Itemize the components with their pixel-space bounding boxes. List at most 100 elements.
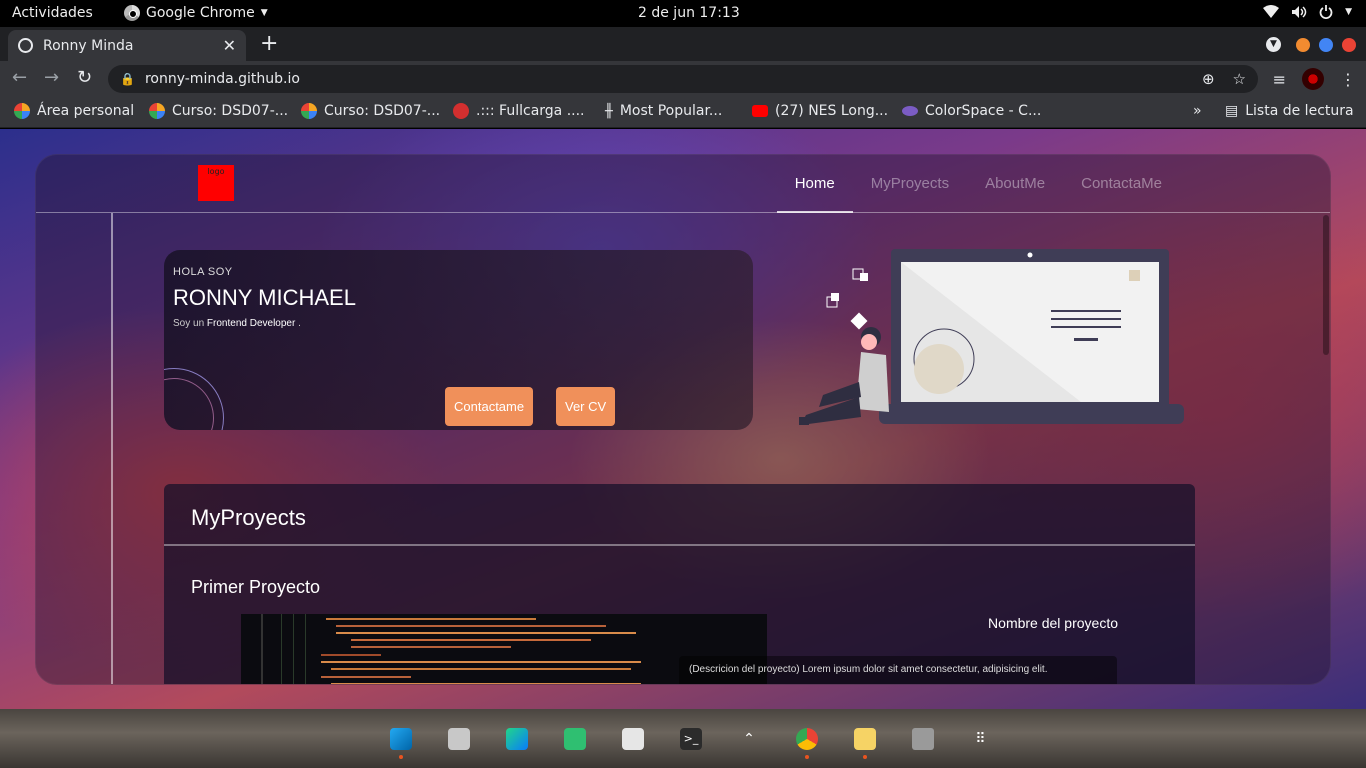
forward-arrow-icon[interactable]: → <box>44 67 59 88</box>
bookmarks-overflow-button[interactable]: » <box>1193 103 1202 119</box>
clock[interactable]: 2 de jun 17:13 <box>638 5 740 21</box>
pycharm-icon[interactable] <box>488 723 546 755</box>
vscode-icon[interactable] <box>372 723 430 759</box>
new-tab-button[interactable]: + <box>260 31 278 56</box>
activities-button[interactable]: Actividades <box>12 5 93 21</box>
browser-toolbar: ← → ↻ 🔒 ronny-minda.github.io ⊕ ☆ ≡ ⋮ <box>0 61 1366 96</box>
project-name: Nombre del proyecto <box>988 615 1118 631</box>
bookmark-item[interactable]: ColorSpace - C... <box>902 103 1041 119</box>
bookmark-item[interactable]: (27) NES Long... <box>752 103 888 119</box>
hero-greeting: HOLA SOY <box>173 266 233 278</box>
bars-icon: ╫ <box>605 103 613 119</box>
page-scrollbar[interactable] <box>1323 215 1329 355</box>
text-editor-icon[interactable] <box>836 723 894 759</box>
terminal-icon[interactable]: >_ <box>662 723 720 755</box>
extensions-icon[interactable] <box>546 723 604 755</box>
tab-title: Ronny Minda <box>43 37 134 54</box>
bookmark-item[interactable]: .::: Fullcarga .... <box>453 103 585 119</box>
site-header: logo Home MyProyects AboutMe ContactaMe <box>36 155 1330 213</box>
role-title: Frontend Developer <box>206 318 296 329</box>
project-description: (Descricion del proyecto) Lorem ipsum do… <box>679 656 1117 684</box>
bookmark-label: (27) NES Long... <box>775 103 889 119</box>
projects-divider <box>164 544 1195 546</box>
chrome-icon <box>124 5 140 21</box>
more-menu-icon[interactable]: ⋮ <box>1340 70 1356 89</box>
app-menu-label: Google Chrome <box>146 5 255 21</box>
projects-section: MyProyects Primer Proyecto Nombre del pr… <box>164 484 1195 684</box>
contact-button[interactable]: Contactame <box>445 387 534 426</box>
reading-list-icon: ▤ <box>1225 103 1239 119</box>
hero-name: RONNY MICHAEL <box>173 285 356 310</box>
tab-ronny-minda[interactable]: Ronny Minda ✕ <box>8 30 246 61</box>
close-tab-icon[interactable]: ✕ <box>223 36 236 55</box>
side-divider <box>111 213 113 684</box>
address-bar[interactable]: 🔒 ronny-minda.github.io ⊕ ☆ <box>108 65 1258 93</box>
trash-icon[interactable] <box>894 723 952 755</box>
bookmark-label: Área personal <box>37 103 135 119</box>
zoom-icon[interactable]: ⊕ <box>1202 70 1215 88</box>
tab-strip: Ronny Minda ✕ + ▼ <box>0 27 1366 61</box>
site-logo[interactable]: logo <box>198 165 234 201</box>
reload-icon[interactable]: ↻ <box>77 67 92 88</box>
colorspace-icon <box>902 106 918 116</box>
wifi-icon <box>1263 5 1280 18</box>
back-arrow-icon[interactable]: ← <box>12 67 27 88</box>
chrome-icon[interactable] <box>778 723 836 759</box>
bookmark-label: ColorSpace - C... <box>925 103 1042 119</box>
system-top-bar: Actividades Google Chrome ▼ 2 de jun 17:… <box>0 0 1366 27</box>
project-title: Primer Proyecto <box>191 577 321 597</box>
view-cv-button[interactable]: Ver CV <box>556 387 616 426</box>
bookmark-label: Curso: DSD07-... <box>172 103 289 119</box>
role-suffix: . <box>298 318 301 329</box>
caret-down-icon: ▼ <box>1345 7 1352 17</box>
portfolio-frame: logo Home MyProyects AboutMe ContactaMe … <box>35 154 1331 685</box>
app-menu[interactable]: Google Chrome ▼ <box>124 5 268 21</box>
app-grid-icon[interactable]: ⠿ <box>952 723 1010 755</box>
close-window-button[interactable] <box>1342 37 1356 52</box>
hero-role: Soy un Frontend Developer . <box>173 318 301 329</box>
nav-myproyects[interactable]: MyProyects <box>853 155 967 213</box>
files-icon[interactable] <box>430 723 488 755</box>
media-queue-icon[interactable]: ≡ <box>1273 70 1286 89</box>
youtube-icon <box>752 105 768 117</box>
window-controls: ▼ <box>1266 37 1356 52</box>
bookmark-label: Curso: DSD07-... <box>324 103 441 119</box>
projects-title: MyProyects <box>191 505 306 530</box>
dock: >_ ⌃ ⠿ <box>372 723 1010 759</box>
tray-arrow-icon[interactable]: ⌃ <box>720 723 778 755</box>
reading-list-label: Lista de lectura <box>1245 103 1354 119</box>
minimize-button[interactable] <box>1296 37 1310 52</box>
bookmark-item[interactable]: Área personal <box>14 103 134 119</box>
nav-aboutme[interactable]: AboutMe <box>967 155 1063 213</box>
lock-icon: 🔒 <box>120 72 135 86</box>
maximize-button[interactable] <box>1319 37 1333 52</box>
bookmarks-bar: Área personal Curso: DSD07-... Curso: DS… <box>0 96 1366 128</box>
url-text: ronny-minda.github.io <box>144 71 300 87</box>
desktop-dock-area: >_ ⌃ ⠿ <box>0 709 1366 768</box>
reading-list-button[interactable]: ▤ Lista de lectura <box>1225 103 1354 119</box>
bookmark-label: .::: Fullcarga .... <box>476 103 585 119</box>
volume-icon <box>1292 6 1307 18</box>
caret-down-icon: ▼ <box>260 8 268 18</box>
settings-app-icon[interactable] <box>604 723 662 755</box>
system-menu[interactable]: ▼ <box>1263 5 1352 19</box>
fullcarga-icon <box>453 103 469 119</box>
bookmark-item[interactable]: Curso: DSD07-... <box>149 103 288 119</box>
developer-laptop-illustration <box>799 249 1184 425</box>
role-prefix: Soy un <box>173 318 205 329</box>
nav-contactame[interactable]: ContactaMe <box>1063 155 1180 213</box>
moodle-icon <box>14 103 30 119</box>
profile-avatar[interactable] <box>1302 68 1324 90</box>
tab-search-icon[interactable]: ▼ <box>1266 37 1281 52</box>
bookmark-item[interactable]: ╫ Most Popular... <box>605 103 722 119</box>
power-icon <box>1319 5 1333 19</box>
bookmark-star-icon[interactable]: ☆ <box>1233 70 1246 88</box>
globe-icon <box>18 38 33 53</box>
page-viewport: logo Home MyProyects AboutMe ContactaMe … <box>0 129 1366 709</box>
bookmark-item[interactable]: Curso: DSD07-... <box>301 103 440 119</box>
moodle-icon <box>149 103 165 119</box>
nav-home[interactable]: Home <box>776 155 853 213</box>
hero-card: HOLA SOY RONNY MICHAEL Soy un Frontend D… <box>164 250 753 430</box>
moodle-icon <box>301 103 317 119</box>
site-nav: Home MyProyects AboutMe ContactaMe <box>776 155 1180 213</box>
